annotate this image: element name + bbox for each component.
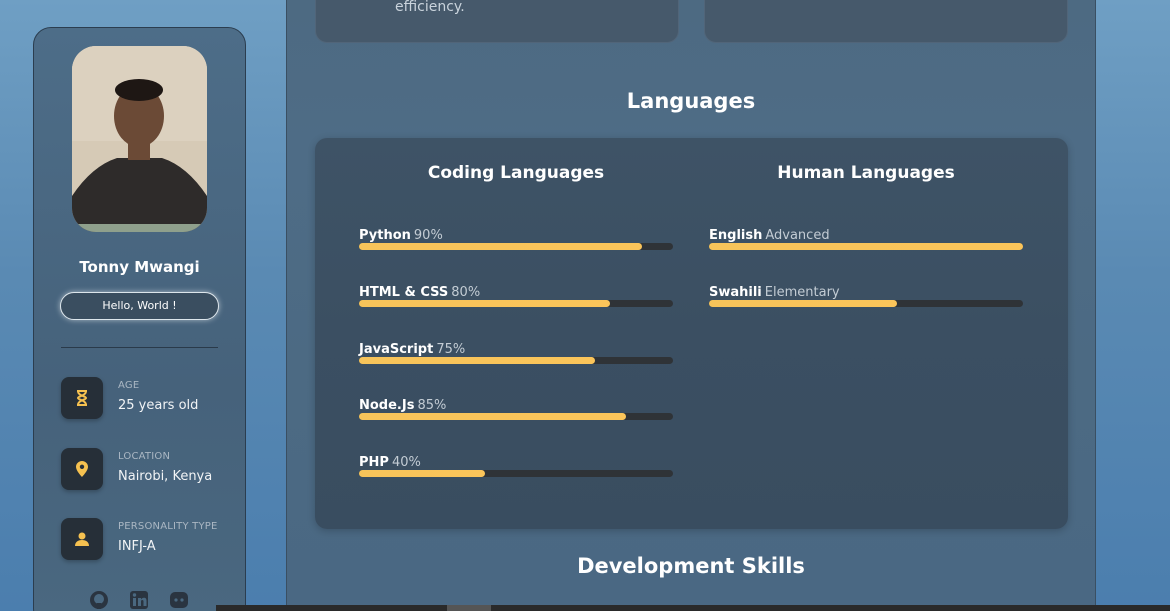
github-icon[interactable] [89,590,109,610]
progress-fill [359,470,485,477]
progress-track [709,299,1023,307]
skill-name: HTML & CSS [359,284,449,300]
progress-track [359,413,673,421]
skill-name: Python [359,228,411,243]
hourglass-icon [61,377,103,419]
skill-row: Python 90% [359,224,673,254]
skill-level: 80% [451,284,481,300]
skill-row: PHP 40% [359,451,673,481]
skill-level: Elementary [764,284,840,300]
human-languages-title: Human Languages [777,163,955,183]
info-label: PERSONALITY TYPE [118,521,218,532]
progress-track [709,243,1023,250]
coding-languages-title: Coding Languages [427,163,605,183]
progress-fill [709,243,1023,250]
skill-level: 85% [417,398,447,414]
skill-name: JavaScript [359,341,434,357]
info-value: INFJ-A [118,539,156,554]
user-icon [61,518,103,560]
info-value: 25 years old [118,398,199,413]
progress-fill [709,299,898,307]
linkedin-icon[interactable] [129,590,149,610]
languages-card: Coding Languages Human Languages Python 9… [315,138,1068,529]
top-card-right [704,0,1068,43]
profile-sidebar: Tonny Mwangi Hello, World ! AGE 25 years… [33,27,246,611]
avatar [72,46,207,232]
info-label: AGE [118,380,140,391]
skill-row: Node.Js 85% [359,394,673,424]
skill-name: PHP [359,455,389,470]
info-value: Nairobi, Kenya [118,469,213,484]
info-label: LOCATION [118,451,171,462]
skill-level: 90% [413,228,443,243]
skill-row: HTML & CSS 80% [359,281,673,311]
section-title-languages: Languages [626,89,756,113]
horizontal-scrollbar[interactable] [216,605,1170,611]
location-pin-icon [61,448,103,490]
top-card-left: efficiency. [315,0,679,43]
profile-name: Tonny Mwangi [79,258,200,276]
skill-level: Advanced [765,228,830,243]
skill-level: 75% [436,341,466,357]
skill-name: English [709,228,763,243]
skill-name: Swahili [709,284,762,300]
discord-icon[interactable] [169,590,189,610]
greeting-badge: Hello, World ! [60,292,219,320]
main-content: efficiency. Languages Coding Languages H… [286,0,1096,611]
skill-row: English Advanced [709,224,1023,254]
progress-track [359,356,673,364]
top-card-text: efficiency. [395,0,465,15]
progress-track [359,299,673,307]
avatar-photo [72,46,207,232]
progress-track [359,470,673,477]
info-age: AGE 25 years old [61,377,241,421]
scrollbar-thumb[interactable] [447,605,491,611]
section-title-development-skills: Development Skills [577,554,805,578]
social-links [89,590,199,610]
skill-name: Node.Js [359,398,415,414]
skill-row: JavaScript 75% [359,338,673,368]
sidebar-divider [61,347,218,348]
progress-fill [359,413,626,421]
info-location: LOCATION Nairobi, Kenya [61,448,241,492]
info-personality: PERSONALITY TYPE INFJ-A [61,518,241,562]
progress-fill [359,356,595,364]
progress-fill [359,243,642,250]
skill-level: 40% [391,455,421,470]
skill-row: Swahili Elementary [709,281,1023,311]
progress-track [359,243,673,250]
progress-fill [359,299,611,307]
